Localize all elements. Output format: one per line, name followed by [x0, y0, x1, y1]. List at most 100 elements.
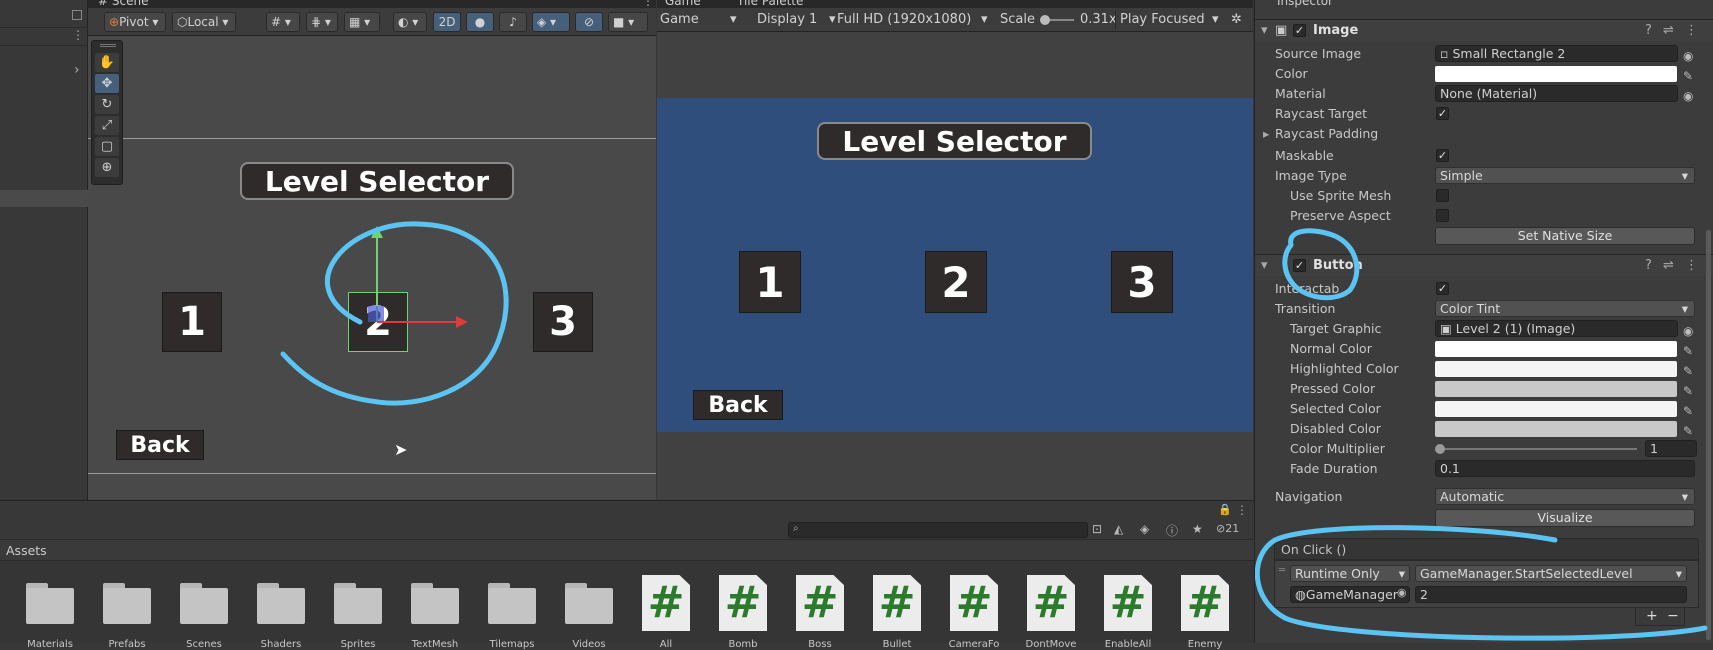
csharp-script-icon[interactable]: #: [873, 575, 921, 631]
more-menu-icon[interactable]: ⋮: [1236, 503, 1248, 517]
audio-toggle[interactable]: ♪: [499, 12, 527, 32]
pivot-icon: ⊕: [109, 15, 120, 29]
folder-icon[interactable]: [26, 583, 74, 624]
grid-lines-icon: ▦: [349, 15, 361, 29]
pivot-dropdown[interactable]: ⊕Pivot ▾: [104, 12, 166, 32]
snap-increment-dropdown[interactable]: ⋕ ▾: [306, 12, 338, 32]
play-mode-dropdown[interactable]: Play Focused ▾: [1115, 11, 1220, 29]
layers-icon: ◈: [537, 15, 547, 29]
game-back-button[interactable]: Back: [693, 390, 783, 420]
camera-dropdown[interactable]: ■ ▾: [608, 12, 648, 32]
folder-label: Shaders: [260, 639, 302, 650]
csharp-script-icon[interactable]: #: [796, 575, 844, 631]
csharp-script-icon[interactable]: #: [1181, 575, 1229, 631]
debug-bug-icon[interactable]: ✲: [1231, 11, 1242, 29]
annotation-circle-button-header: [1282, 228, 1360, 301]
csharp-script-icon[interactable]: #: [1104, 575, 1152, 631]
assets-grid: Materials Prefabs Scenes Shaders Sprites Text…: [0, 561, 1254, 650]
game-level-2-button[interactable]: 2: [925, 251, 987, 313]
filter-label-icon[interactable]: ◈: [1140, 522, 1149, 536]
maximize-icon[interactable]: [72, 10, 82, 20]
cube-icon: ⬡: [177, 15, 188, 29]
annotation-overlay: [1255, 228, 1708, 641]
folder-icon[interactable]: [334, 583, 382, 624]
script-label: All: [659, 639, 673, 650]
info-icon[interactable]: ⓘ: [1166, 522, 1178, 539]
game-toolbar: Game ▾ Display 1 ▾ Full HD (1920x1080) ▾ Sc…: [657, 8, 1253, 32]
dropdown-arrow-icon: ▾: [1212, 12, 1219, 27]
lighting-toggle[interactable]: ●: [466, 12, 494, 32]
csharp-script-icon[interactable]: #: [950, 575, 998, 631]
project-search-row: ⌕ ⊡ ◭ ◈ ⓘ ★ ⊘21: [0, 522, 1254, 539]
resolution-dropdown[interactable]: Full HD (1920x1080) ▾: [837, 11, 990, 29]
folder-icon[interactable]: [565, 583, 613, 624]
shading-mode-dropdown[interactable]: ◐ ▾: [393, 12, 427, 32]
dropdown-arrow-icon: ▾: [981, 12, 988, 27]
folder-icon[interactable]: [180, 583, 228, 624]
snap-icon: ⋕: [311, 15, 322, 29]
resolution-label: Full HD (1920x1080): [837, 12, 972, 27]
local-dropdown[interactable]: ⬡Local ▾: [172, 12, 236, 32]
display-dropdown[interactable]: Display 1 ▾: [757, 11, 837, 29]
lock-icon[interactable]: 🔒: [1218, 503, 1232, 516]
gizmo-x-arrow[interactable]: [456, 316, 468, 328]
grid-icon: #: [271, 15, 282, 29]
game-level-1-button[interactable]: 1: [739, 251, 801, 313]
folder-icon[interactable]: [488, 583, 536, 624]
game-view-label: Game: [660, 12, 699, 27]
hidden-packages-icon[interactable]: ⊘21: [1216, 522, 1239, 535]
scene-toolbar: ⊕Pivot ▾ ⬡Local ▾ # ▾ ⋕ ▾ ▦ ▾ ◐ ▾ 2D ● ♪…: [88, 8, 656, 36]
script-label: Bullet: [882, 639, 912, 650]
folder-label: Sprites: [340, 639, 376, 650]
script-label: CameraFo: [948, 639, 1000, 650]
dropdown-arrow-icon: ▾: [829, 12, 836, 27]
dropdown-arrow-icon: ▾: [730, 12, 737, 27]
gizmo-center-handle[interactable]: [368, 306, 384, 322]
toggle-2d-button[interactable]: 2D: [433, 12, 461, 32]
filter-type-icon[interactable]: ◭: [1114, 522, 1123, 536]
game-view-dropdown[interactable]: Game ▾: [660, 11, 740, 29]
folder-label: Tilemaps: [489, 639, 535, 650]
tab-game[interactable]: Game: [665, 0, 701, 8]
project-toolbar: 🔒 ⋮: [0, 500, 1254, 522]
search-input[interactable]: ⌕: [788, 522, 1088, 538]
script-label: Enemy: [1187, 639, 1223, 650]
folder-icon[interactable]: [257, 583, 305, 624]
hidden-objects-toggle[interactable]: ⊘: [575, 12, 603, 32]
scene-viewport[interactable]: ✋ ✥ ↻ ⤢ ▢ ⊕ Level Selector 1 2 3 Back ➤: [88, 36, 656, 500]
search-icon: ⌕: [793, 523, 799, 534]
folder-icon[interactable]: [411, 583, 459, 624]
hierarchy-selected-row[interactable]: [0, 190, 88, 207]
move-gizmo[interactable]: [88, 36, 656, 500]
more-menu-icon[interactable]: ⋮: [72, 28, 84, 42]
csharp-script-icon[interactable]: #: [1027, 575, 1075, 631]
camera-icon: ■: [613, 15, 625, 29]
csharp-script-icon[interactable]: #: [642, 575, 690, 631]
scene-tab-bar: # Scene ⋮: [88, 0, 656, 8]
eye-slash-icon: ⊘: [583, 15, 595, 29]
csharp-script-icon[interactable]: #: [719, 575, 767, 631]
tab-tile-palette[interactable]: Tile Palette: [737, 0, 803, 8]
display-label: Display 1: [757, 12, 818, 27]
folder-label: TextMesh: [411, 639, 459, 650]
game-level-3-button[interactable]: 3: [1111, 251, 1173, 313]
game-tab-bar: Game Tile Palette: [657, 0, 1253, 8]
game-viewport[interactable]: Level Selector 1 2 3 Back: [657, 98, 1253, 432]
effects-dropdown[interactable]: ◈ ▾: [532, 12, 570, 32]
assets-breadcrumb-label[interactable]: Assets: [6, 543, 47, 558]
more-menu-icon[interactable]: ⋮: [642, 0, 654, 8]
scale-slider-handle[interactable]: [1040, 15, 1050, 25]
assets-breadcrumb: Assets: [0, 539, 1254, 561]
annotation-circle-scene: [280, 221, 509, 406]
grid-snap-dropdown[interactable]: # ▾: [266, 12, 300, 32]
folder-icon[interactable]: [103, 583, 151, 624]
game-title-box: Level Selector: [817, 122, 1092, 160]
hierarchy-panel: ⋮ ›: [0, 0, 88, 500]
chevron-right-icon[interactable]: ›: [74, 62, 80, 78]
grid-visibility-dropdown[interactable]: ▦ ▾: [344, 12, 380, 32]
favorite-star-icon[interactable]: ★: [1192, 522, 1203, 536]
folder-label: Scenes: [186, 639, 222, 650]
tab-scene[interactable]: # Scene: [98, 0, 148, 8]
pivot-label: Pivot: [119, 15, 149, 29]
create-search-icon[interactable]: ⊡: [1092, 522, 1102, 536]
